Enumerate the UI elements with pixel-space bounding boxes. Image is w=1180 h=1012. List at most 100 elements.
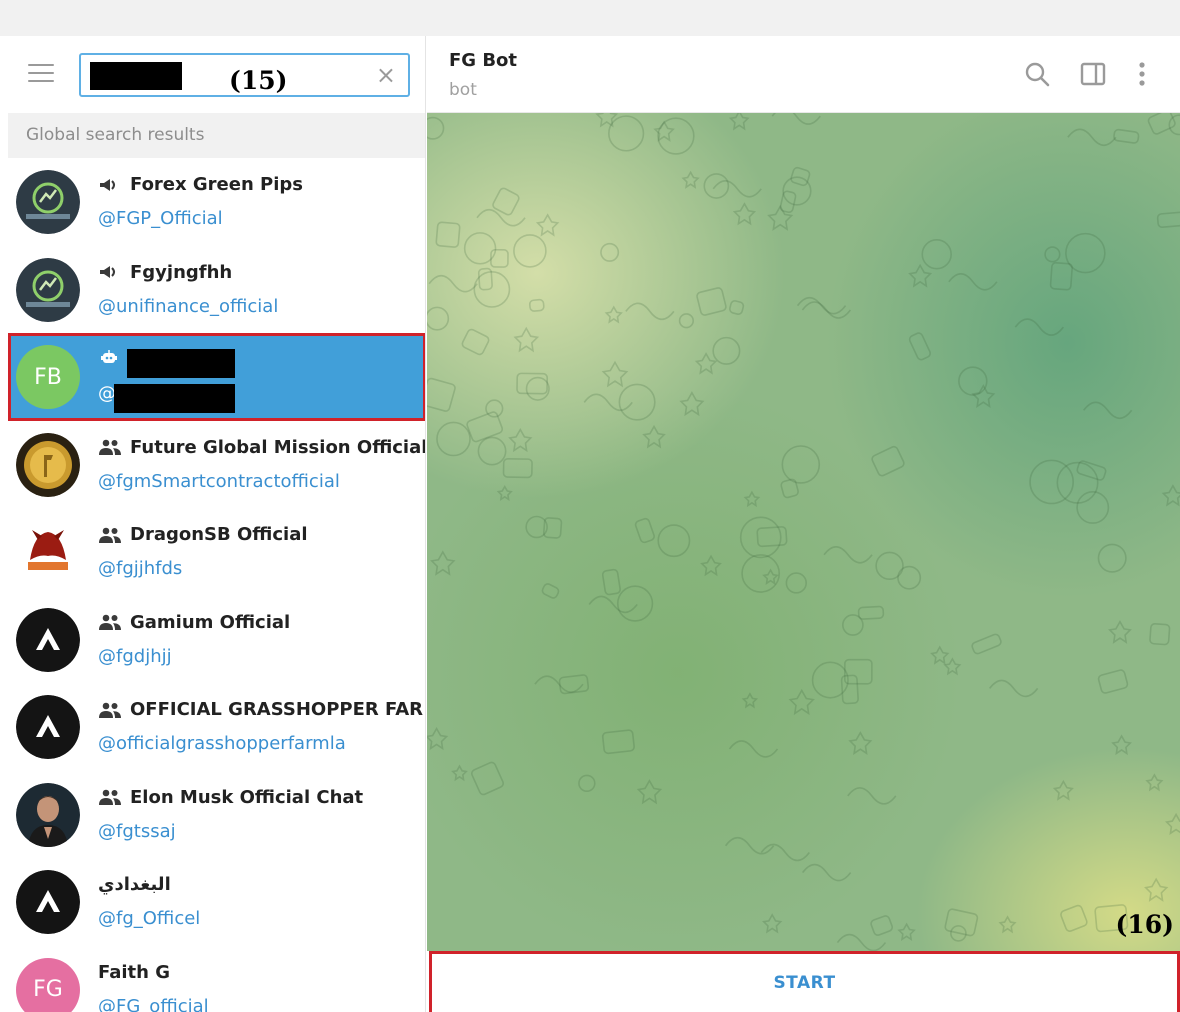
doodle-shape	[712, 180, 762, 198]
more-vertical-icon[interactable]	[1128, 60, 1156, 88]
doodle-shape	[788, 688, 815, 716]
doodle-shape	[516, 372, 549, 395]
doodle-shape	[1014, 318, 1064, 336]
doodle-shape	[625, 302, 675, 321]
hamburger-menu-icon[interactable]	[28, 64, 54, 84]
result-handle: @FGP_Official	[98, 208, 223, 229]
doodle-shape	[1111, 734, 1132, 756]
close-icon[interactable]: ×	[376, 62, 396, 88]
result-row-selected[interactable]: FB @	[8, 333, 425, 421]
result-row[interactable]: OFFICIAL GRASSHOPPER FAR... @officialgras…	[8, 683, 425, 771]
left-panel: × (15) Global search results Forex Green…	[8, 36, 426, 1012]
doodle-shape	[427, 726, 449, 751]
doodle-shape	[948, 273, 998, 291]
result-title: Faith G	[98, 962, 170, 983]
result-handle: @fgtssaj	[98, 820, 176, 842]
doodle-shape	[790, 166, 811, 187]
doodle-shape	[1097, 543, 1127, 573]
result-row[interactable]: Gamium Official @fgdjhjj	[8, 595, 425, 683]
avatar	[16, 695, 80, 759]
doodle-shape	[847, 787, 897, 805]
doodle-shape	[595, 113, 619, 128]
doodle-shape	[712, 336, 741, 365]
result-handle: @FG_official	[98, 995, 209, 1012]
doodle-shape	[780, 478, 799, 499]
doodle-shape	[678, 313, 695, 329]
result-handle: @fg_Officel	[98, 908, 201, 929]
doodle-shape	[681, 170, 700, 189]
doodle-shape	[1044, 246, 1061, 263]
doodle-shape	[618, 383, 656, 421]
doodle-shape	[436, 421, 471, 457]
search-icon[interactable]	[1023, 60, 1051, 88]
doodle-shape	[1049, 261, 1073, 291]
start-button[interactable]: START	[429, 951, 1180, 1012]
result-row[interactable]: Future Global Mission Official @fgmSmartc…	[8, 420, 425, 508]
result-row[interactable]: FG Faith G @FG_official	[8, 945, 425, 1012]
annotation-label-15: (15)	[229, 66, 288, 95]
result-row[interactable]: DragonSB Official @fgjjhfds	[8, 508, 425, 596]
doodle-shape	[875, 551, 904, 581]
doodle-shape	[1097, 669, 1129, 694]
result-row[interactable]: البغدادي @fg_Officel	[8, 858, 425, 946]
doodle-shape	[451, 764, 468, 782]
doodle-shape	[435, 221, 461, 248]
avatar	[16, 520, 80, 584]
doodle-shape	[694, 352, 718, 375]
doodle-shape	[930, 645, 950, 665]
chat-panel: FG Bot bot (16) START	[427, 36, 1180, 1012]
doodle-shape	[542, 517, 563, 539]
avatar	[16, 607, 80, 672]
avatar-initials: FB	[34, 364, 62, 390]
avatar	[16, 170, 80, 234]
sidebar-toggle-icon[interactable]	[1079, 60, 1107, 88]
result-handle: @fgjjhfds	[98, 558, 183, 579]
avatar	[16, 257, 80, 322]
doodle-shape	[1149, 622, 1171, 646]
avatar	[16, 870, 80, 934]
window-top-strip	[0, 0, 1180, 36]
doodle-shape	[679, 391, 705, 417]
megaphone-icon	[100, 266, 115, 278]
result-row[interactable]: Elon Musk Official Chat @fgtssaj	[8, 770, 425, 858]
doodle-shape	[1083, 401, 1133, 420]
doodle-shape	[657, 524, 691, 558]
result-title-text: Gamium Official	[130, 611, 291, 633]
doodle-shape	[430, 550, 456, 576]
doodle-shape	[1065, 232, 1106, 274]
doodle-shape	[870, 915, 894, 936]
doodle-shape	[857, 605, 885, 620]
doodle-shape	[513, 326, 540, 353]
doodle-shape	[534, 675, 584, 693]
doodle-shape	[1052, 779, 1074, 801]
doodle-shape	[485, 399, 504, 418]
doodle-shape	[781, 445, 821, 484]
doodle-shape	[801, 863, 852, 882]
doodle-shape	[756, 526, 788, 548]
result-title-text: Fgyjngfhh	[130, 261, 233, 283]
result-title: Fgyjngfhh	[98, 262, 232, 283]
result-handle: @fgmSmartcontractofficial	[98, 470, 340, 492]
avatar: FG	[16, 957, 80, 1012]
result-row[interactable]: Forex Green Pips @FGP_Official	[8, 158, 425, 246]
background-doodle-pattern	[427, 113, 1180, 951]
result-row[interactable]: Fgyjngfhh @unifinance_official	[8, 245, 425, 333]
result-title-text: Forex Green Pips	[130, 174, 304, 195]
doodle-shape	[588, 595, 638, 614]
annotation-label-16: (16)	[1115, 910, 1174, 939]
doodle-shape	[496, 484, 513, 502]
avatar	[16, 782, 80, 847]
doodle-shape	[1113, 128, 1140, 144]
doodle-shape	[908, 332, 932, 361]
doodle-shape	[535, 213, 560, 237]
doodle-shape	[908, 263, 933, 288]
start-button-label: START	[773, 973, 836, 993]
doodle-shape	[477, 436, 507, 466]
doodle-shape	[785, 572, 807, 594]
doodle-shape	[728, 740, 779, 758]
chat-title[interactable]: FG Bot	[449, 50, 517, 71]
doodle-shape	[428, 274, 478, 293]
doodle-shape	[1144, 877, 1169, 902]
doodle-shape	[971, 384, 996, 409]
doodle-shape	[728, 113, 750, 131]
